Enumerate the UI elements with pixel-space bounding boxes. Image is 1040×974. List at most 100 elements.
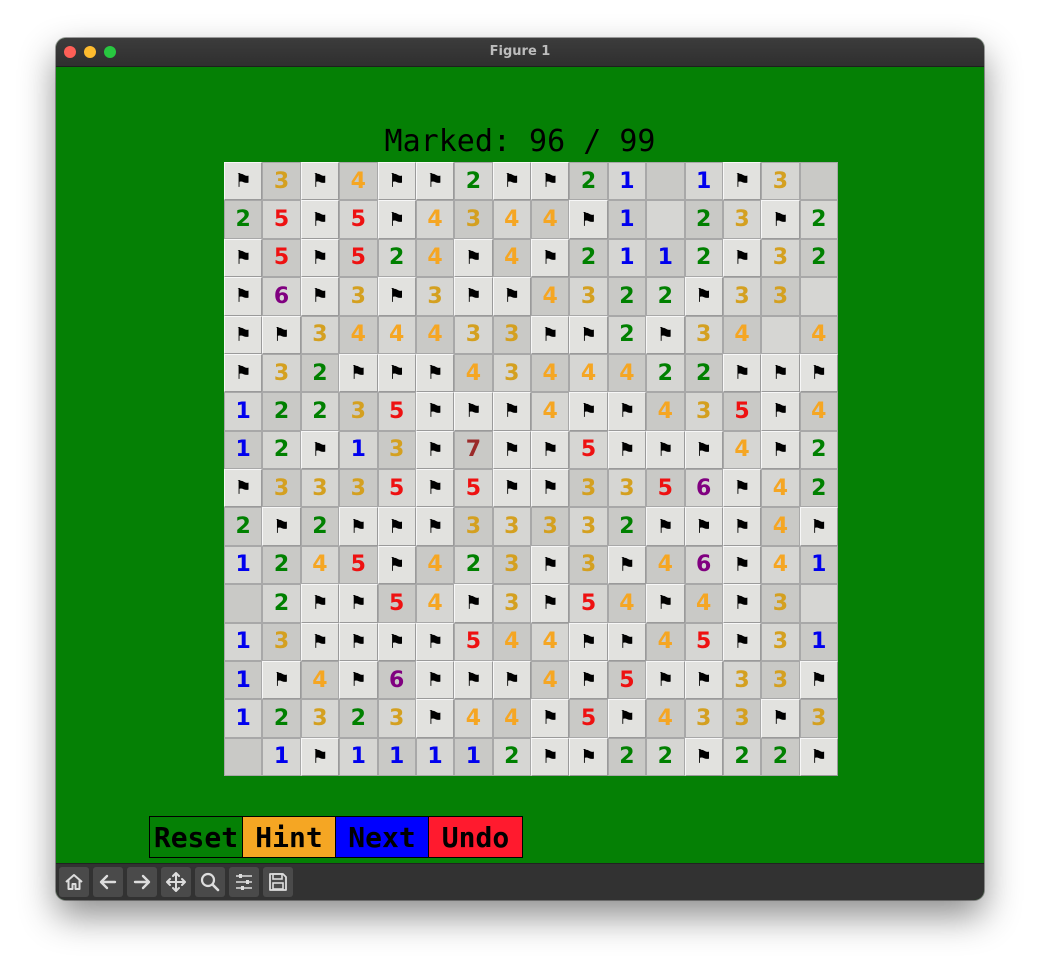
flagged-cell[interactable]: ⚑ [377,353,416,393]
flagged-cell[interactable]: ⚑ [531,545,570,585]
flagged-cell[interactable]: ⚑ [531,469,570,508]
flagged-cell[interactable]: ⚑ [569,392,608,431]
flagged-cell[interactable]: ⚑ [339,507,378,546]
revealed-number-cell[interactable]: 3 [569,545,608,585]
revealed-number-cell[interactable]: 2 [300,353,340,393]
flagged-cell[interactable]: ⚑ [415,699,455,738]
flagged-cell[interactable]: ⚑ [300,238,340,278]
flagged-cell[interactable]: ⚑ [569,200,608,239]
flagged-cell[interactable]: ⚑ [799,507,838,546]
revealed-number-cell[interactable]: 4 [607,584,647,623]
flagged-cell[interactable]: ⚑ [415,392,455,431]
revealed-number-cell[interactable]: 4 [761,507,800,546]
revealed-number-cell[interactable]: 4 [799,392,838,431]
revealed-number-cell[interactable]: 4 [761,545,800,585]
flagged-cell[interactable]: ⚑ [684,277,723,316]
revealed-number-cell[interactable]: 4 [415,545,455,585]
flagged-cell[interactable]: ⚑ [339,353,378,393]
revealed-number-cell[interactable]: 3 [492,584,531,623]
flagged-cell[interactable]: ⚑ [607,430,647,469]
revealed-number-cell[interactable]: 2 [722,737,762,776]
flagged-cell[interactable]: ⚑ [722,238,762,278]
revealed-number-cell[interactable]: 2 [377,238,416,278]
flagged-cell[interactable]: ⚑ [646,507,685,546]
revealed-number-cell[interactable]: 3 [722,277,762,316]
revealed-number-cell[interactable]: 1 [415,737,455,776]
flagged-cell[interactable]: ⚑ [492,430,531,469]
revealed-number-cell[interactable]: 3 [300,699,340,738]
flagged-cell[interactable]: ⚑ [377,162,416,201]
flagged-cell[interactable]: ⚑ [224,277,263,316]
revealed-number-cell[interactable]: 3 [415,277,455,316]
flagged-cell[interactable]: ⚑ [300,200,340,239]
revealed-number-cell[interactable]: 1 [224,622,263,661]
flagged-cell[interactable]: ⚑ [722,353,762,393]
revealed-number-cell[interactable]: 2 [569,162,608,201]
revealed-number-cell[interactable]: 3 [684,699,723,738]
revealed-empty-cell[interactable] [224,584,263,623]
flagged-cell[interactable]: ⚑ [454,660,493,700]
revealed-number-cell[interactable]: 3 [454,200,493,239]
revealed-number-cell[interactable]: 5 [262,200,301,239]
revealed-number-cell[interactable]: 2 [799,200,838,239]
forward-arrow-icon[interactable] [127,867,157,897]
revealed-number-cell[interactable]: 3 [454,315,493,354]
flagged-cell[interactable]: ⚑ [224,353,263,393]
revealed-number-cell[interactable]: 4 [415,315,455,354]
revealed-number-cell[interactable]: 4 [531,392,570,431]
flagged-cell[interactable]: ⚑ [569,315,608,354]
flagged-cell[interactable]: ⚑ [607,545,647,585]
revealed-number-cell[interactable]: 4 [454,699,493,738]
revealed-number-cell[interactable]: 3 [761,162,800,201]
home-icon[interactable] [59,867,89,897]
revealed-number-cell[interactable]: 3 [492,315,531,354]
revealed-number-cell[interactable]: 4 [646,699,685,738]
flagged-cell[interactable]: ⚑ [300,584,340,623]
flagged-cell[interactable]: ⚑ [761,200,800,239]
flagged-cell[interactable]: ⚑ [454,277,493,316]
revealed-number-cell[interactable]: 2 [262,584,301,623]
revealed-number-cell[interactable]: 3 [262,622,301,661]
flagged-cell[interactable]: ⚑ [684,660,723,700]
revealed-number-cell[interactable]: 3 [492,507,531,546]
flagged-cell[interactable]: ⚑ [684,430,723,469]
revealed-number-cell[interactable]: 3 [339,392,378,431]
revealed-number-cell[interactable]: 2 [224,200,263,239]
revealed-number-cell[interactable]: 2 [684,353,723,393]
revealed-number-cell[interactable]: 1 [224,699,263,738]
flagged-cell[interactable]: ⚑ [224,162,263,201]
flagged-cell[interactable]: ⚑ [300,162,340,201]
revealed-number-cell[interactable]: 4 [646,392,685,431]
revealed-number-cell[interactable]: 3 [492,353,531,393]
revealed-number-cell[interactable]: 2 [761,737,800,776]
revealed-number-cell[interactable]: 2 [799,469,838,508]
revealed-number-cell[interactable]: 1 [377,737,416,776]
flagged-cell[interactable]: ⚑ [722,469,762,508]
revealed-number-cell[interactable]: 2 [454,545,493,585]
revealed-number-cell[interactable]: 1 [262,737,301,776]
flagged-cell[interactable]: ⚑ [415,162,455,201]
pan-icon[interactable] [161,867,191,897]
flagged-cell[interactable]: ⚑ [339,660,378,700]
revealed-number-cell[interactable]: 1 [607,162,647,201]
revealed-number-cell[interactable]: 5 [339,238,378,278]
revealed-number-cell[interactable]: 3 [377,430,416,469]
revealed-number-cell[interactable]: 2 [684,238,723,278]
flagged-cell[interactable]: ⚑ [300,430,340,469]
flagged-cell[interactable]: ⚑ [377,200,416,239]
revealed-number-cell[interactable]: 3 [339,469,378,508]
revealed-number-cell[interactable]: 4 [300,660,340,700]
revealed-number-cell[interactable]: 3 [761,622,800,661]
revealed-number-cell[interactable]: 4 [531,660,570,700]
flagged-cell[interactable]: ⚑ [531,430,570,469]
revealed-number-cell[interactable]: 5 [569,699,608,738]
revealed-number-cell[interactable]: 3 [722,699,762,738]
flagged-cell[interactable]: ⚑ [492,392,531,431]
revealed-number-cell[interactable]: 3 [454,507,493,546]
flagged-cell[interactable]: ⚑ [415,430,455,469]
flagged-cell[interactable]: ⚑ [531,584,570,623]
revealed-number-cell[interactable]: 5 [339,200,378,239]
revealed-number-cell[interactable]: 7 [454,430,493,469]
revealed-number-cell[interactable]: 5 [377,392,416,431]
flagged-cell[interactable]: ⚑ [415,507,455,546]
